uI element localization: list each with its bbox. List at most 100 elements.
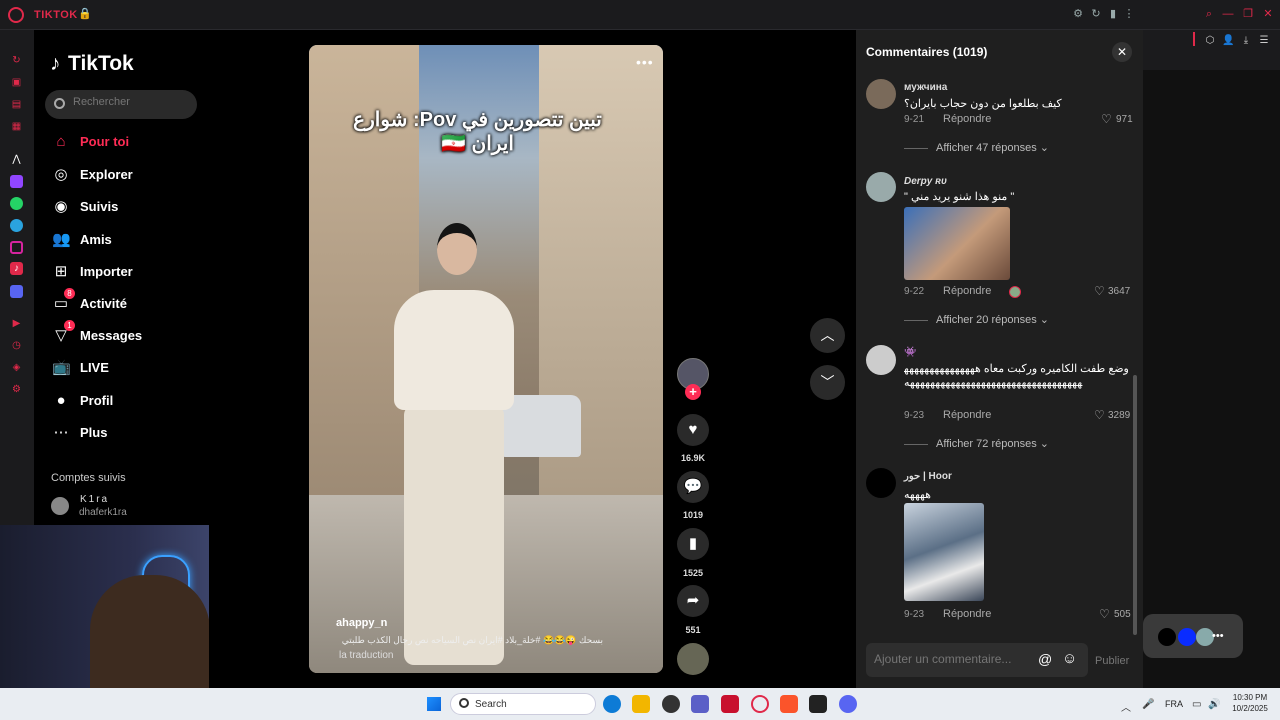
tab-title[interactable]: TIKTOK <box>34 9 78 21</box>
settings-icon[interactable]: ⚙ <box>1072 8 1084 20</box>
comment-author[interactable]: мужчина <box>904 82 947 93</box>
player-icon[interactable]: ▶ <box>10 317 23 330</box>
nav-profil[interactable]: ● Profil <box>50 387 205 415</box>
search-input[interactable] <box>73 96 188 108</box>
comment-input-box[interactable]: @ ☺ <box>866 643 1088 677</box>
opera-logo-icon[interactable] <box>8 7 24 23</box>
settings-icon[interactable]: ⚙ <box>10 383 23 396</box>
nav-live[interactable]: 📺 LIVE <box>50 354 205 382</box>
feed-icon[interactable]: ▦ <box>10 120 23 133</box>
settings-menu-icon[interactable]: ☰ <box>1258 35 1270 47</box>
explorer-icon[interactable] <box>632 695 650 713</box>
prev-video-button[interactable]: ︿ <box>810 318 845 353</box>
nav-suivis[interactable]: ◉ Suivis <box>50 193 205 221</box>
comment-author[interactable]: Derpy ʀᴜ <box>904 176 947 187</box>
translate-link[interactable]: la traduction <box>339 650 393 661</box>
comment-button[interactable]: 💬 <box>677 471 709 503</box>
tray-chevron-icon[interactable]: ︿ <box>1121 699 1131 714</box>
search-box[interactable] <box>45 90 197 119</box>
menu-icon[interactable]: ⋮ <box>1123 8 1135 20</box>
telegram-icon[interactable] <box>10 219 23 232</box>
bag-icon[interactable]: ▣ <box>10 76 23 89</box>
publish-button[interactable]: Publier <box>1095 655 1129 667</box>
search-icon[interactable]: ⌕ <box>1203 8 1215 20</box>
heart-icon[interactable]: ♡ <box>1094 284 1105 298</box>
instagram-icon[interactable] <box>10 241 23 254</box>
follow-plus-icon[interactable]: + <box>685 384 701 400</box>
nav-amis[interactable]: 👥 Amis <box>50 226 205 254</box>
teams-icon[interactable] <box>691 695 709 713</box>
reply-button[interactable]: Répondre <box>943 285 991 297</box>
windows-start-icon[interactable] <box>427 697 441 711</box>
nav-pour-toi[interactable]: ⌂ Pour toi <box>50 128 205 156</box>
extensions-icon[interactable]: ⬡ <box>1204 35 1216 47</box>
show-replies-button[interactable]: Afficher 47 réponses ⌄ <box>904 141 1049 154</box>
tiktok-logo[interactable]: ♪ TikTok <box>50 52 134 76</box>
tiktok-alt-icon[interactable]: ⋀ <box>10 153 23 166</box>
video-more-icon[interactable]: ••• <box>636 54 654 70</box>
pc-app-icon[interactable] <box>809 695 827 713</box>
next-video-button[interactable]: ﹀ <box>810 365 845 400</box>
comment-input[interactable] <box>874 652 1034 666</box>
download-icon[interactable]: ⤓ <box>1240 35 1252 47</box>
video-username[interactable]: ahappy_n <box>336 617 387 629</box>
emoji-icon[interactable]: ☺ <box>1062 650 1077 667</box>
history-icon[interactable]: ↻ <box>10 54 23 67</box>
comment-gif[interactable] <box>904 207 1010 280</box>
app-icon[interactable] <box>721 695 739 713</box>
minimize-icon[interactable]: — <box>1222 8 1234 20</box>
heart-icon[interactable]: ♡ <box>1099 607 1110 621</box>
heart-icon[interactable]: ♡ <box>1101 112 1112 126</box>
maximize-icon[interactable]: ❐ <box>1242 8 1254 20</box>
comment-author[interactable]: حور | Hoor <box>904 471 952 482</box>
network-icon[interactable]: ▭ <box>1192 699 1201 710</box>
opera-icon[interactable] <box>751 695 769 713</box>
music-avatar[interactable] <box>677 643 709 675</box>
reply-button[interactable]: Répondre <box>943 409 991 421</box>
avatar[interactable] <box>866 172 896 202</box>
taskbar-search[interactable]: Search <box>450 693 596 715</box>
discord-icon[interactable] <box>839 695 857 713</box>
comment-author[interactable]: 👾 <box>904 347 916 358</box>
reload-icon[interactable]: ↻ <box>1090 8 1102 20</box>
twitch-icon[interactable] <box>10 175 23 188</box>
edge-icon[interactable] <box>603 695 621 713</box>
mention-icon[interactable]: @ <box>1038 651 1052 667</box>
clock-icon[interactable]: ◷ <box>10 339 23 352</box>
heart-icon[interactable]: ♡ <box>1094 408 1105 422</box>
nav-messages[interactable]: ▽ 1 Messages <box>50 320 205 350</box>
avatar[interactable] <box>866 79 896 109</box>
show-replies-button[interactable]: Afficher 72 réponses ⌄ <box>904 437 1049 450</box>
clock-date[interactable]: 10/2/2025 <box>1225 704 1275 713</box>
followed-account-name[interactable]: K1ra <box>80 494 109 505</box>
clock-time[interactable]: 10:30 PM <box>1225 693 1275 702</box>
followed-account-handle[interactable]: dhaferk1ra <box>79 507 127 518</box>
close-window-icon[interactable]: ✕ <box>1262 8 1274 20</box>
mic-icon[interactable]: 🎤 <box>1142 699 1154 710</box>
brave-icon[interactable] <box>780 695 798 713</box>
chat-icon[interactable]: ▤ <box>10 98 23 111</box>
discord-icon[interactable] <box>10 285 23 298</box>
obs-icon[interactable] <box>662 695 680 713</box>
account-icon[interactable]: 👤 <box>1222 35 1234 47</box>
save-button[interactable]: ▮ <box>677 528 709 560</box>
like-button[interactable]: ♥ <box>677 414 709 446</box>
reply-button[interactable]: Répondre <box>943 608 991 620</box>
whatsapp-icon[interactable] <box>10 197 23 210</box>
nav-activite[interactable]: ▭ 8 Activité <box>50 288 205 318</box>
comment-image[interactable] <box>904 503 984 601</box>
nav-importer[interactable]: ⊞ Importer <box>50 258 205 286</box>
volume-icon[interactable]: 🔊 <box>1208 699 1220 710</box>
nav-explorer[interactable]: ◎ Explorer <box>50 161 205 189</box>
avatar[interactable] <box>51 497 69 515</box>
box-icon[interactable]: ◈ <box>10 361 23 374</box>
bookmark-icon[interactable]: ▮ <box>1107 8 1119 20</box>
show-replies-button[interactable]: Afficher 20 réponses ⌄ <box>904 313 1049 326</box>
close-comments-button[interactable]: ✕ <box>1112 42 1132 62</box>
more-icon[interactable]: ••• <box>1212 630 1224 642</box>
comments-scrollbar[interactable] <box>1133 375 1137 635</box>
reply-button[interactable]: Répondre <box>943 113 991 125</box>
avatar[interactable] <box>866 345 896 375</box>
share-button[interactable]: ➦ <box>677 585 709 617</box>
nav-plus[interactable]: ⋯ Plus <box>50 419 205 447</box>
